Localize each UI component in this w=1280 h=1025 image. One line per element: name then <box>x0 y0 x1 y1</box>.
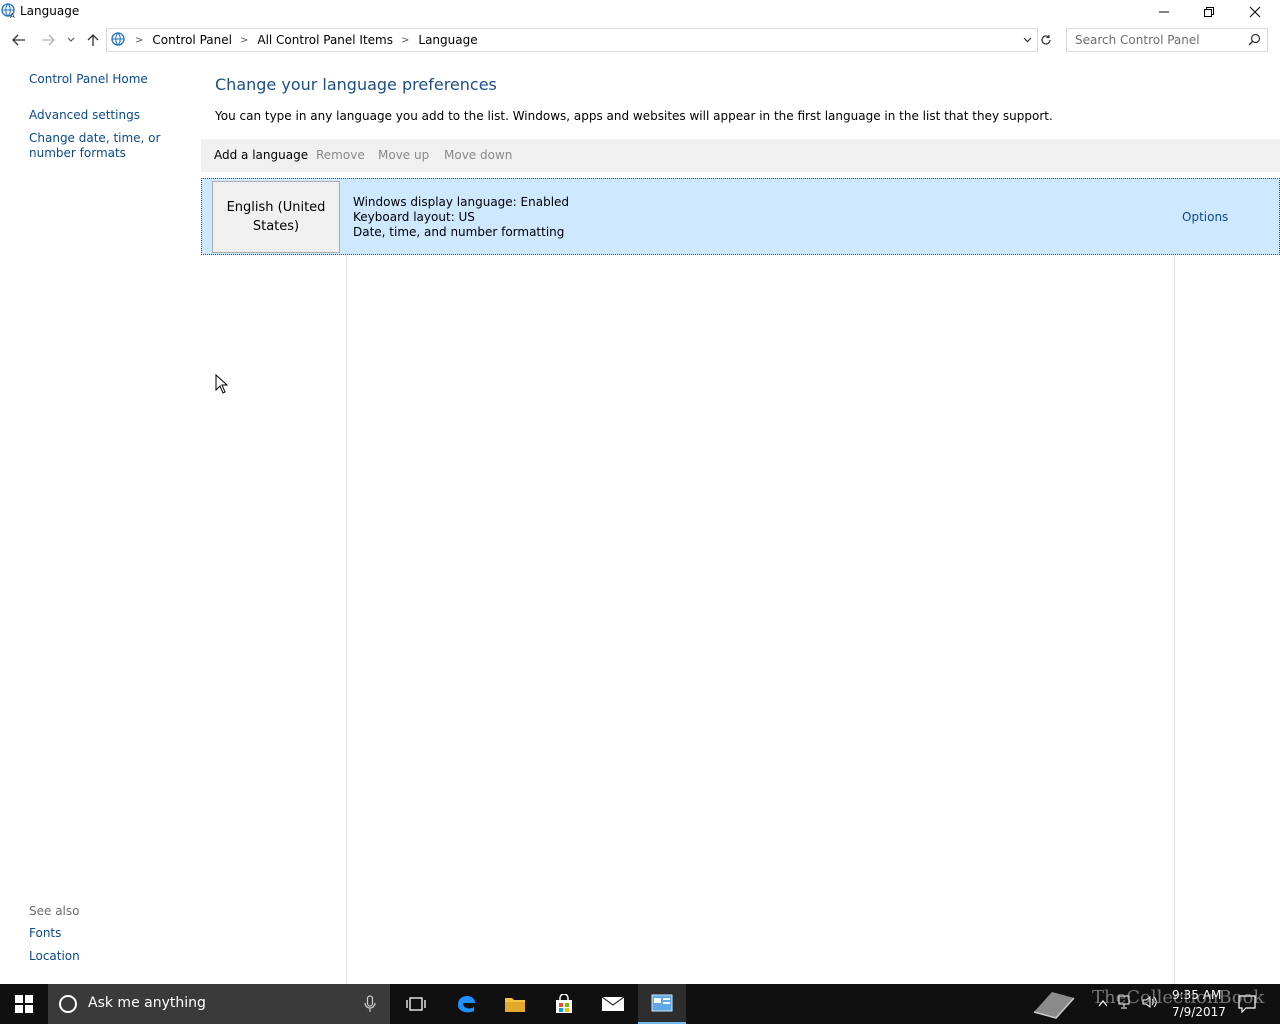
mail-icon <box>601 996 625 1011</box>
breadcrumb-separator-icon[interactable]: > <box>401 35 409 46</box>
breadcrumb-language[interactable]: Language <box>418 33 477 47</box>
store-bag-icon <box>556 994 572 1013</box>
minimize-button[interactable] <box>1141 0 1187 24</box>
breadcrumb-control-panel[interactable]: Control Panel <box>152 33 232 47</box>
cortana-circle-icon <box>58 994 78 1017</box>
remove-button[interactable]: Remove <box>316 148 365 162</box>
language-toolbar: Add a language Remove Move up Move down <box>201 139 1280 172</box>
edge-browser-button[interactable] <box>442 984 490 1024</box>
windows-logo-icon <box>15 995 33 1013</box>
move-up-button[interactable]: Move up <box>378 148 429 162</box>
task-view-icon <box>406 997 426 1011</box>
language-app-icon: A <box>1 3 17 20</box>
control-panel-icon <box>111 32 127 48</box>
watermark-text: TheCollectionBook <box>1092 987 1265 1008</box>
see-also-label: See also <box>29 904 80 918</box>
book-watermark-icon <box>1030 986 1080 1025</box>
control-panel-home-link[interactable]: Control Panel Home <box>29 72 148 87</box>
back-button[interactable] <box>8 28 30 52</box>
column-divider <box>1174 178 1175 984</box>
recent-locations-chevron-icon[interactable] <box>61 28 81 52</box>
address-dropdown-icon[interactable] <box>1019 29 1035 51</box>
microphone-icon[interactable] <box>364 995 376 1016</box>
address-bar[interactable]: > Control Panel > All Control Panel Item… <box>106 28 1038 52</box>
breadcrumb-all-items[interactable]: All Control Panel Items <box>257 33 393 47</box>
mail-button[interactable] <box>589 984 637 1024</box>
search-icon[interactable] <box>1248 33 1261 49</box>
display-language-status: Windows display language: Enabled <box>353 195 570 209</box>
up-button[interactable] <box>82 28 104 52</box>
file-explorer-button[interactable] <box>491 984 539 1024</box>
keyboard-layout-info: Keyboard layout: US <box>353 210 475 224</box>
change-date-time-formats-link[interactable]: Change date, time, or number formats <box>29 131 195 161</box>
search-input[interactable] <box>1073 32 1247 48</box>
language-details: Windows display language: Enabled Keyboa… <box>353 195 569 240</box>
page-description: You can type in any language you add to … <box>215 109 1053 123</box>
language-name-button[interactable]: English (United States) <box>212 181 340 253</box>
store-button[interactable] <box>540 984 588 1024</box>
column-divider <box>346 254 347 984</box>
cortana-placeholder: Ask me anything <box>88 995 206 1011</box>
add-language-button[interactable]: Add a language <box>214 148 308 162</box>
folder-icon <box>505 998 525 1012</box>
control-panel-taskbar-button[interactable] <box>638 984 686 1024</box>
advanced-settings-link[interactable]: Advanced settings <box>29 108 140 123</box>
taskbar: Ask me anything 9:35 AM 7/9/2017 <box>0 984 1280 1024</box>
mouse-cursor-icon <box>215 373 229 397</box>
task-view-button[interactable] <box>392 984 440 1024</box>
language-options-link[interactable]: Options <box>1182 210 1228 224</box>
language-list-item[interactable]: English (United States) Windows display … <box>201 178 1280 255</box>
breadcrumb-separator-icon[interactable]: > <box>240 35 248 46</box>
search-box[interactable] <box>1066 28 1268 52</box>
control-panel-icon <box>651 994 673 1012</box>
cortana-search-box[interactable]: Ask me anything <box>48 984 390 1024</box>
window-title: Language <box>20 4 80 18</box>
restore-button[interactable] <box>1186 0 1232 24</box>
svg-text:A: A <box>10 12 15 19</box>
title-bar: A Language <box>0 0 1280 24</box>
move-down-button[interactable]: Move down <box>444 148 512 162</box>
refresh-button[interactable] <box>1036 28 1056 52</box>
breadcrumb-separator-icon[interactable]: > <box>135 35 143 46</box>
forward-button[interactable] <box>37 28 59 52</box>
edge-icon <box>458 996 475 1013</box>
close-button[interactable] <box>1232 0 1278 24</box>
start-button[interactable] <box>0 984 48 1024</box>
formatting-info: Date, time, and number formatting <box>353 225 565 239</box>
fonts-link[interactable]: Fonts <box>29 926 61 941</box>
location-link[interactable]: Location <box>29 949 80 964</box>
page-title: Change your language preferences <box>215 75 497 94</box>
